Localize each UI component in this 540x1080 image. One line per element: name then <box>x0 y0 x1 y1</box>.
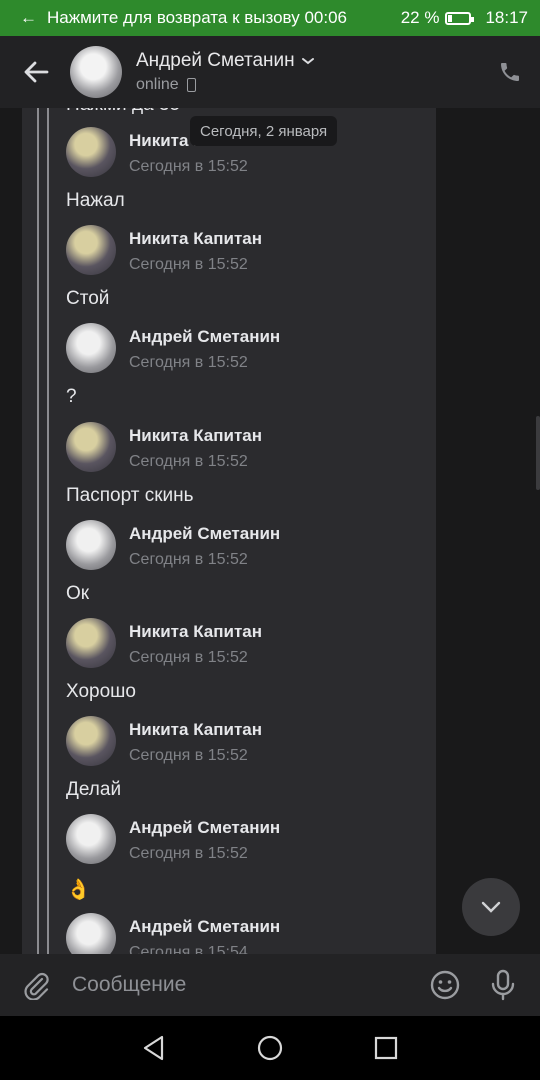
message-composer <box>0 954 540 1016</box>
back-arrow-icon <box>24 61 49 83</box>
mobile-icon <box>186 78 196 92</box>
message-input[interactable] <box>72 965 416 1005</box>
nav-recents-icon <box>374 1036 398 1060</box>
quote-line <box>47 108 49 954</box>
message-text: Делай <box>66 779 122 800</box>
date-pill: Сегодня, 2 января <box>190 116 338 146</box>
message-time: Сегодня в 15:52 <box>129 845 248 862</box>
chevron-down-icon <box>301 58 314 65</box>
battery-percent: 22 % <box>400 8 440 27</box>
voice-message-button[interactable] <box>474 954 532 1016</box>
avatar[interactable] <box>66 618 116 668</box>
call-button[interactable] <box>480 36 540 108</box>
nav-home-button[interactable] <box>212 1016 328 1080</box>
message-time: Сегодня в 15:52 <box>129 256 248 273</box>
phone-icon <box>501 63 519 81</box>
emoji-icon <box>430 970 460 1000</box>
back-button[interactable] <box>0 36 72 108</box>
message-text: Нажми да 35 <box>66 108 180 116</box>
message-time: Сегодня в 15:54 <box>129 944 248 954</box>
message-time: Сегодня в 15:52 <box>129 354 248 371</box>
avatar[interactable] <box>66 323 116 373</box>
message-list[interactable]: Нажми да 35 Никита Капитан Сегодня в 15:5… <box>0 108 540 954</box>
avatar[interactable] <box>66 716 116 766</box>
author-name[interactable]: Андрей Сметанин <box>129 818 280 838</box>
contact-name: Андрей Сметанин <box>136 50 295 71</box>
clock: 18:17 <box>485 8 528 27</box>
message-text: Ок <box>66 583 90 604</box>
avatar[interactable] <box>66 422 116 472</box>
chat-header: Андрей Сметанин online <box>0 36 540 108</box>
avatar[interactable] <box>66 520 116 570</box>
message-text: Паспорт скинь <box>66 485 194 506</box>
attach-button[interactable] <box>0 954 72 1016</box>
nav-home-icon <box>257 1035 283 1061</box>
message-text: Стой <box>66 288 110 309</box>
nav-back-icon <box>143 1035 164 1061</box>
author-name[interactable]: Никита Капитан <box>129 426 262 446</box>
back-arrow-icon: ← <box>20 8 37 27</box>
author-name[interactable]: Андрей Сметанин <box>129 917 280 937</box>
message-time: Сегодня в 15:52 <box>129 453 248 470</box>
message-time: Сегодня в 15:52 <box>129 158 248 175</box>
avatar[interactable] <box>66 225 116 275</box>
system-nav-bar <box>0 1016 540 1080</box>
scrollbar[interactable] <box>536 416 540 490</box>
author-name[interactable]: Андрей Сметанин <box>129 327 280 347</box>
message-time: Сегодня в 15:52 <box>129 551 248 568</box>
nav-recents-button[interactable] <box>328 1016 444 1080</box>
avatar[interactable] <box>66 127 116 177</box>
avatar[interactable] <box>66 814 116 864</box>
chevron-down-icon <box>481 901 501 913</box>
paperclip-icon <box>24 972 49 1000</box>
message-text: ? <box>66 386 77 407</box>
message-text: Нажал <box>66 190 125 211</box>
microphone-icon <box>491 969 515 1001</box>
scroll-down-button[interactable] <box>462 878 520 936</box>
message-text: Хорошо <box>66 681 136 702</box>
avatar[interactable] <box>70 46 122 98</box>
author-name[interactable]: Никита Капитан <box>129 720 262 740</box>
contact-status: online <box>136 76 179 93</box>
quote-line <box>37 108 39 954</box>
message-time: Сегодня в 15:52 <box>129 649 248 666</box>
contact-info[interactable]: Андрей Сметанин online <box>136 50 480 94</box>
author-name[interactable]: Никита Капитан <box>129 229 262 249</box>
emoji-button[interactable] <box>416 954 474 1016</box>
nav-back-button[interactable] <box>96 1016 212 1080</box>
author-name[interactable]: Никита Капитан <box>129 622 262 642</box>
battery-icon <box>445 11 475 25</box>
message-time: Сегодня в 15:52 <box>129 747 248 764</box>
message-text: 👌 <box>66 879 91 901</box>
call-return-text: Нажмите для возврата к вызову 00:06 <box>47 8 347 27</box>
call-return-bar[interactable]: ← Нажмите для возврата к вызову 00:06 22… <box>0 0 540 36</box>
author-name[interactable]: Андрей Сметанин <box>129 524 280 544</box>
